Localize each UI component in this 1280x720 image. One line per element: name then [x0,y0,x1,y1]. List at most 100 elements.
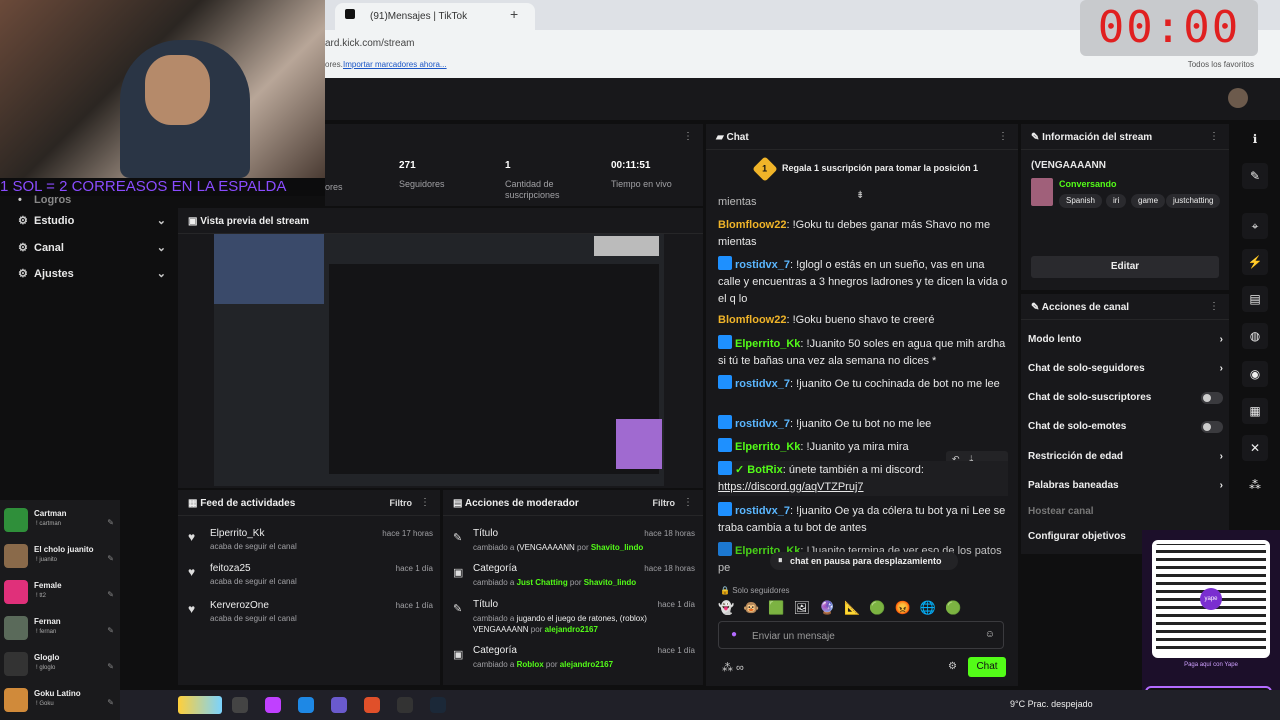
community-icon[interactable]: ⁂ ∞ [722,661,744,674]
moderator-filter-button[interactable]: Filtro [653,498,676,508]
chat-username[interactable]: rostidvx_7 [735,505,790,517]
chat-input[interactable]: ● Enviar un mensaje ☺ [718,621,1004,649]
user-name: Goku Latino [34,689,81,698]
action-banned-words[interactable]: Palabras baneadas › [1028,480,1223,491]
action-slow-mode[interactable]: Modo lento › [1028,334,1223,345]
chat-username[interactable]: Elperrito_Kk [735,338,800,350]
target-icon[interactable]: ⌖ [1242,213,1268,239]
import-bookmarks-link[interactable]: Importar marcadores ahora... [343,60,447,69]
document-icon[interactable]: ▤ [1242,286,1268,312]
pencil-icon[interactable]: ✎ [1242,163,1268,189]
chat-username[interactable]: rostidvx_7 [735,259,790,271]
channel-actions-panel: ✎ Acciones de canal ⋮ Modo lento › Chat d… [1021,294,1229,554]
task-view-icon[interactable] [232,697,248,713]
brave-icon[interactable] [364,697,380,713]
stat-label: Tiempo en vivo [611,179,672,189]
chat-paused-pill[interactable]: ⏸ chat en pausa para desplazamiento [770,552,958,570]
more-icon[interactable]: ⋮ [420,497,430,508]
chat-header: ▰ Chat [706,124,1018,150]
mod-kind: Categoría [473,645,517,656]
tag-spanish[interactable]: Spanish [1059,194,1102,208]
tools-icon[interactable]: ✕ [1242,435,1268,461]
activity-time: hace 1 día [395,601,433,610]
user-avatar[interactable] [1228,88,1248,108]
emotes-only-toggle[interactable] [1201,421,1223,433]
avatar [4,652,28,676]
mod-time: hace 18 horas [644,529,695,538]
user-card: El cholo juanito ! juanito ✎ [4,542,116,572]
action-followers-only[interactable]: Chat de solo-seguidores › [1028,363,1223,374]
weather-widget[interactable]: 9°C Prac. despejado [1010,699,1093,709]
chat-username[interactable]: Blomfloow22 [718,314,786,326]
action-age-restriction[interactable]: Restricción de edad › [1028,451,1223,462]
chevron-right-icon: › [1219,363,1223,374]
chrome-icon[interactable] [331,697,347,713]
studio-icon: ⚙ [18,215,28,227]
nav-item-partial[interactable]: • Logros [18,194,166,206]
activity-filter-button[interactable]: Filtro [390,498,413,508]
emoji-icon[interactable]: ☺ [985,629,995,640]
gear-icon[interactable]: ⚙ [948,661,957,672]
more-icon[interactable]: ⋮ [1209,131,1219,142]
nav-item-ajustes[interactable]: ⚙ Ajustes ⌄ [18,267,166,280]
mod-kind: Título [473,528,499,539]
kick-badge-icon [718,461,732,475]
copilot-icon[interactable] [265,697,281,713]
mod-detail: cambiado a jugando el juego de ratones, … [473,613,698,635]
more-icon[interactable]: ⋮ [998,131,1008,142]
widgets-icon[interactable] [178,696,222,714]
edge-icon[interactable] [298,697,314,713]
browser-tab[interactable]: (91)Mensajes | TikTok [335,3,535,30]
more-icon[interactable]: ⋮ [1209,301,1219,312]
nav-item-estudio[interactable]: ⚙ Estudio ⌄ [18,214,166,227]
chat-username[interactable]: rostidvx_7 [735,418,790,430]
edit-button[interactable]: Editar [1031,256,1219,278]
action-subscribers-only[interactable]: Chat de solo-suscriptores [1028,392,1223,404]
chat-username[interactable]: BotRix [747,464,782,476]
broadcast-icon[interactable]: ◉ [1242,361,1268,387]
tag-iri[interactable]: iri [1106,194,1127,208]
send-chat-button[interactable]: Chat [968,657,1006,677]
community-icon[interactable]: ⁂ [1242,472,1268,498]
preview-timer [594,236,659,256]
discord-link[interactable]: https://discord.gg/aqVTZPruj7 [718,481,864,493]
mod-by: por [574,543,591,552]
channel-icon: ⚙ [18,242,28,254]
info-icon[interactable]: ℹ [1242,126,1268,152]
stat-label: Cantidad de suscripciones [505,179,560,200]
mod-value: Just Chatting [516,578,568,587]
tag-justchatting[interactable]: justchatting [1166,194,1221,208]
new-tab-button[interactable]: + [510,6,518,22]
action-emotes-only[interactable]: Chat de solo-emotes [1028,421,1223,433]
stat-live-time: 00:11:51 Tiempo en vivo [611,160,672,190]
stream-preview-image[interactable] [214,234,664,486]
pencil-icon: ✎ [107,662,114,671]
nav-item-canal[interactable]: ⚙ Canal ⌄ [18,241,166,254]
more-icon[interactable]: ⋮ [683,131,693,142]
action-label: Chat de solo-emotes [1028,421,1127,432]
mod-detail: cambiado a Roblox por alejandro2167 [473,659,698,670]
calendar-icon[interactable]: ▦ [1242,398,1268,424]
chat-username[interactable]: Blomfloow22 [718,219,786,231]
all-bookmarks[interactable]: Todos los favoritos [1188,60,1254,69]
chat-bubble-icon[interactable]: ◍ [1242,323,1268,349]
avatar [4,688,28,712]
lightning-icon[interactable]: ⚡ [1242,249,1268,275]
action-host-channel[interactable]: Hostear canal [1028,506,1223,517]
tag-game[interactable]: game [1131,194,1166,208]
stream-category[interactable]: Conversando [1059,179,1117,189]
more-icon[interactable]: ⋮ [683,497,693,508]
avatar [4,616,28,640]
activity-feed-panel: ▦ Feed de actividades Filtro ⋮ ♥ Elperrit… [178,490,440,685]
heart-icon: ♥ [188,602,196,616]
mod-user: Shavito_lindo [583,578,637,587]
qr-code: yape [1152,540,1270,658]
chat-panel: ▰ Chat ⋮ Regala 1 suscripción para tomar… [706,124,1018,686]
chat-username[interactable]: Elperrito_Kk [735,441,800,453]
emote-bar[interactable]: 👻🐵🟩🖼🔮📐🟢😡🌐🟢 [718,600,1008,616]
subscribers-only-toggle[interactable] [1201,392,1223,404]
steam-icon[interactable] [430,697,446,713]
mod-time: hace 1 día [657,600,695,609]
obs-icon[interactable] [397,697,413,713]
chat-username[interactable]: rostidvx_7 [735,378,790,390]
